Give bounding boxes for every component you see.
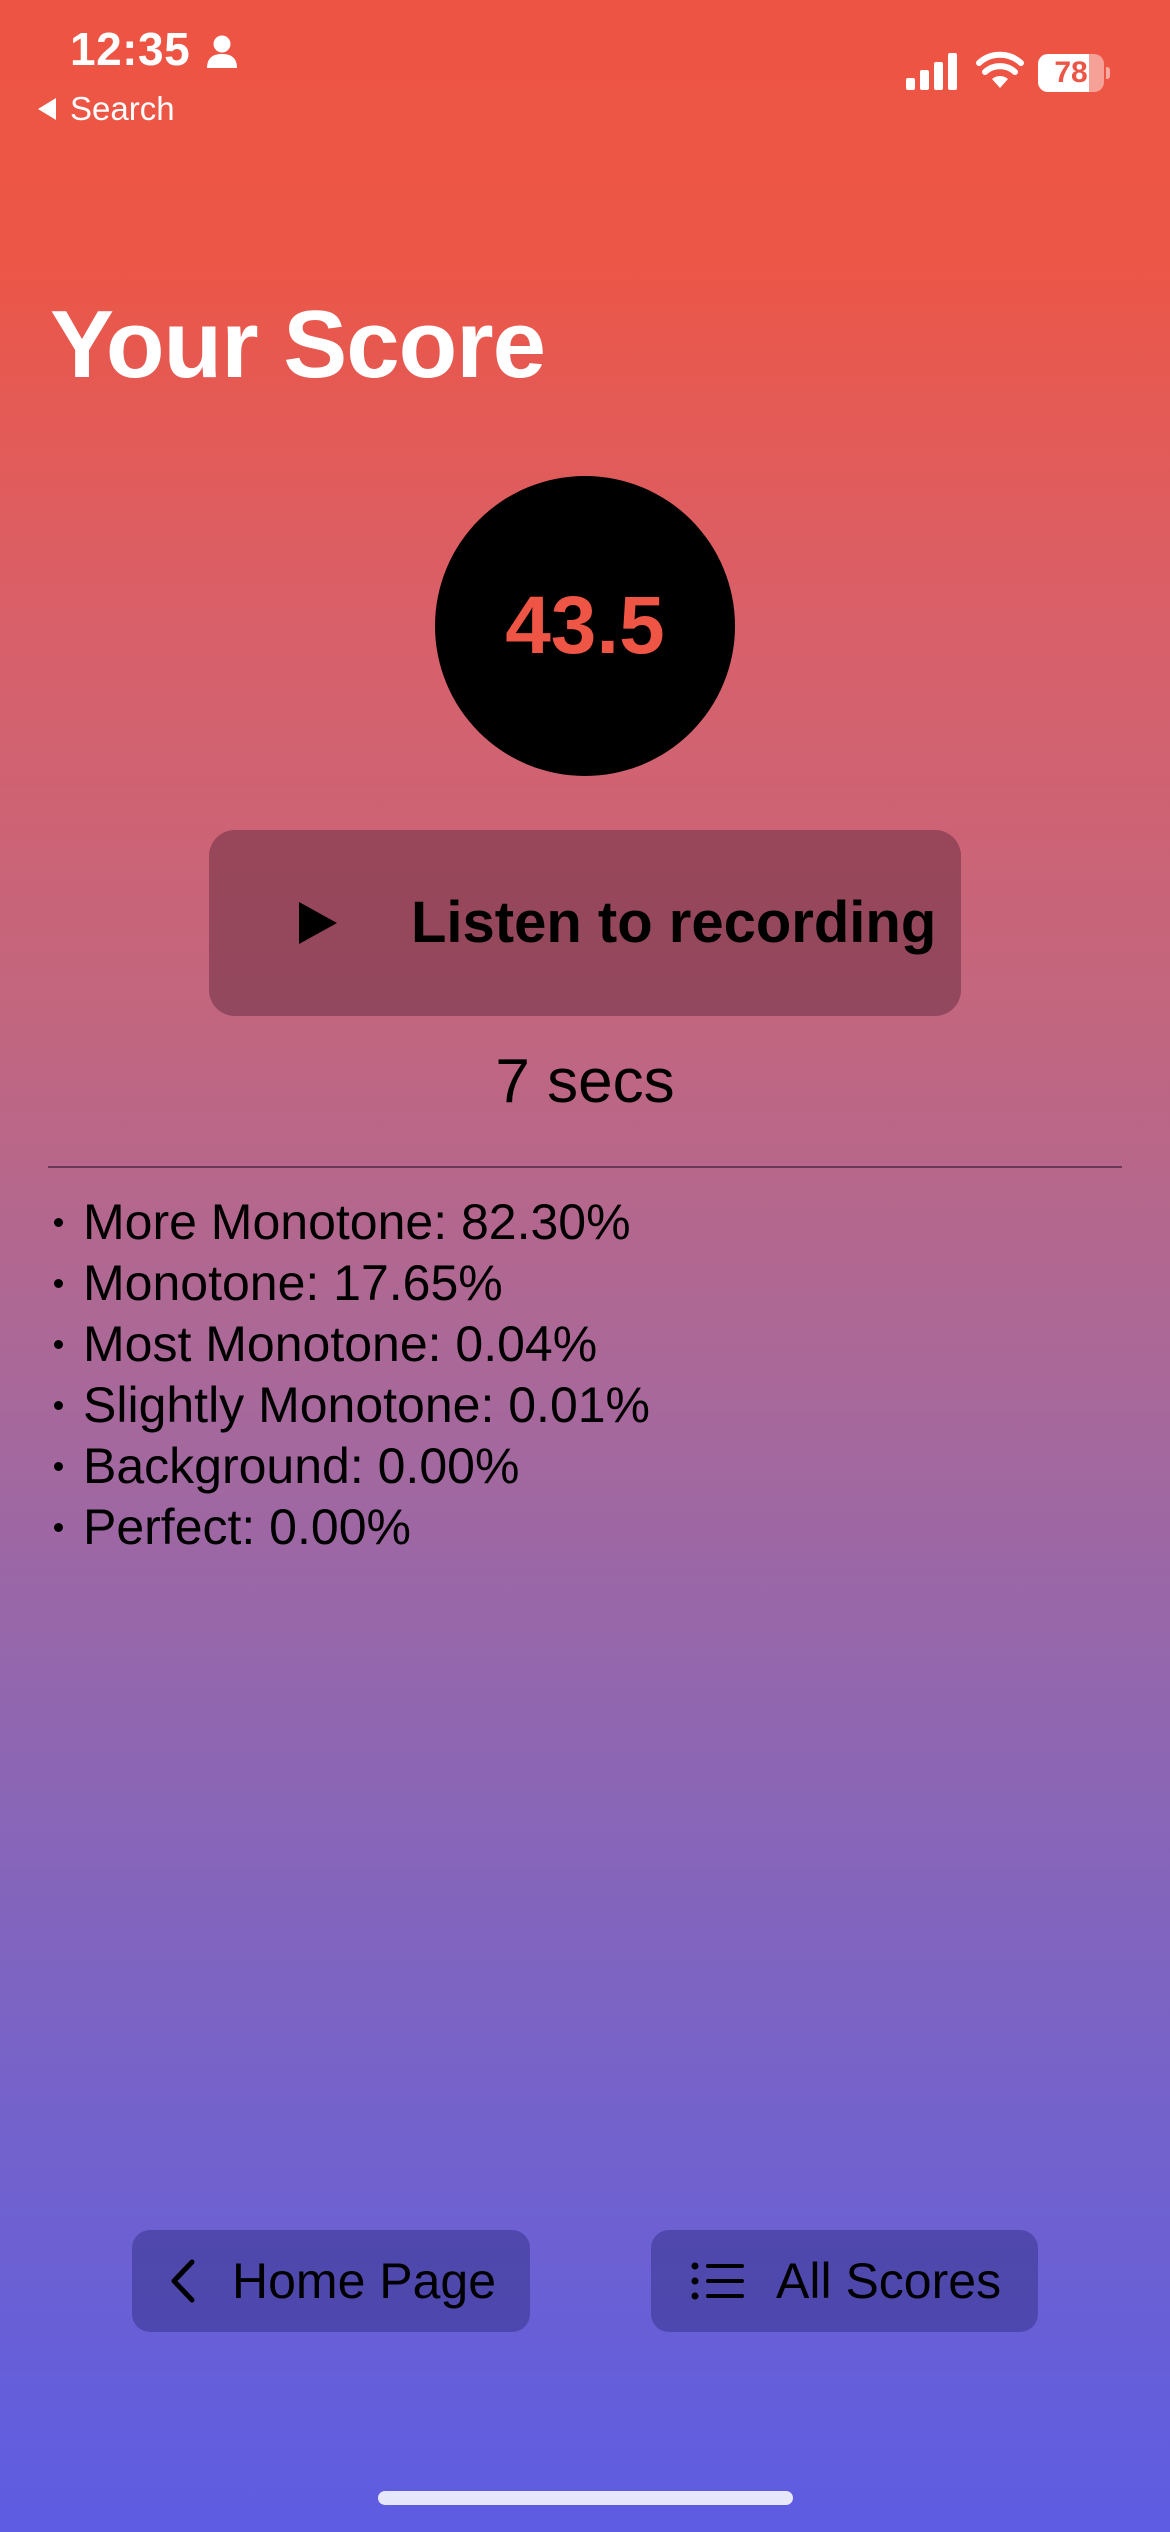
breakdown-text: Background: 0.00% [83, 1438, 520, 1494]
breakdown-text: Perfect: 0.00% [83, 1499, 411, 1555]
recording-duration: 7 secs [495, 1047, 675, 1116]
breakdown-item: Slightly Monotone: 0.01% [50, 1375, 650, 1436]
listen-button-label: Listen to recording [411, 890, 937, 955]
divider [48, 1166, 1122, 1168]
battery-percentage: 78 [1054, 56, 1088, 89]
status-time: 12:35 [70, 23, 191, 75]
bullet-icon [54, 1340, 63, 1349]
breakdown-text: Most Monotone: 0.04% [83, 1316, 598, 1372]
person-icon [207, 35, 237, 68]
battery-indicator: 78 [1038, 54, 1110, 92]
bullet-icon [54, 1523, 63, 1532]
breakdown-text: More Monotone: 82.30% [83, 1194, 631, 1250]
score-value: 43.5 [505, 580, 665, 671]
breakdown-item: Most Monotone: 0.04% [50, 1314, 650, 1375]
score-circle: 43.5 [435, 476, 735, 776]
back-to-search-label: Search [70, 90, 175, 127]
breakdown-item: More Monotone: 82.30% [50, 1192, 650, 1253]
breakdown-text: Monotone: 17.65% [83, 1255, 503, 1311]
bullet-icon [54, 1279, 63, 1288]
wifi-icon [976, 51, 1024, 88]
chevron-left-icon [171, 2259, 195, 2303]
bullet-icon [54, 1218, 63, 1227]
home-indicator[interactable] [378, 2491, 793, 2505]
back-arrow-icon [38, 98, 56, 120]
breakdown-text: Slightly Monotone: 0.01% [83, 1377, 651, 1433]
home-page-label: Home Page [232, 2253, 497, 2309]
breakdown-item: Monotone: 17.65% [50, 1253, 650, 1314]
back-to-search-link[interactable]: Search [38, 90, 175, 128]
cellular-signal-icon [906, 53, 957, 90]
all-scores-label: All Scores [776, 2253, 1002, 2309]
bullet-icon [54, 1462, 63, 1471]
listen-to-recording-button[interactable]: Listen to recording [209, 830, 961, 1016]
breakdown-item: Background: 0.00% [50, 1436, 650, 1497]
play-icon [299, 902, 337, 944]
page-title: Your Score [50, 291, 546, 398]
battery-cap [1106, 67, 1110, 79]
list-icon [691, 2262, 744, 2300]
all-scores-button[interactable]: All Scores [651, 2230, 1038, 2332]
home-page-button[interactable]: Home Page [132, 2230, 530, 2332]
breakdown-item: Perfect: 0.00% [50, 1497, 650, 1558]
score-breakdown-list: More Monotone: 82.30% Monotone: 17.65% M… [50, 1192, 650, 1558]
bullet-icon [54, 1401, 63, 1410]
status-bar: 12:35 Search 78 [0, 0, 1170, 140]
